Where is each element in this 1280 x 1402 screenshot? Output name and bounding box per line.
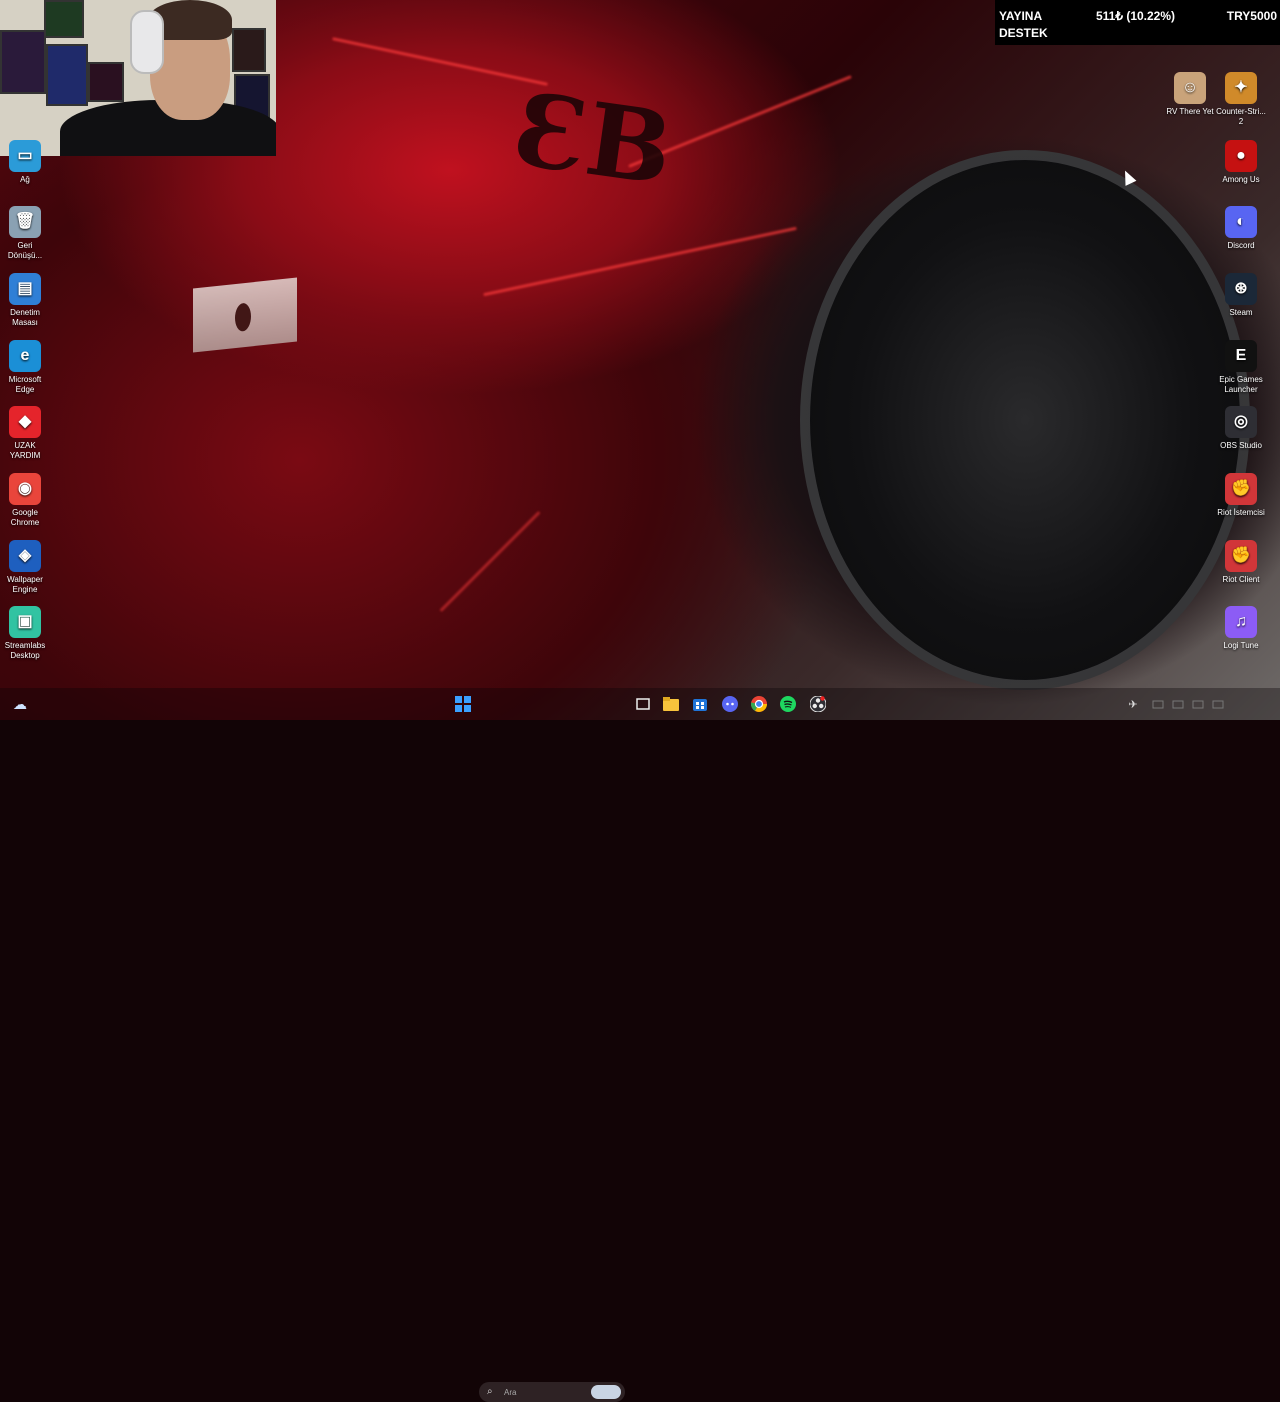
desktop-icon-label: Logi Tune [1223, 641, 1259, 650]
webcam-feed [0, 0, 276, 156]
remote-help-icon: ◆ [9, 406, 41, 438]
poster [44, 0, 84, 38]
poster [46, 44, 88, 106]
poster [232, 28, 266, 72]
desktop-icon-label: Epic Games Launcher [1219, 375, 1263, 394]
desktop-icon-riot-client[interactable]: ✊ Riot İstemcisi [1209, 473, 1273, 518]
tray-overflow-icon[interactable]: ✈ [1125, 696, 1141, 712]
chrome-icon: ◉ [9, 473, 41, 505]
desktop-icon-label: Streamlabs Desktop [4, 641, 46, 660]
light-streak [483, 226, 797, 297]
rv-there-yet-icon: ☺ [1174, 72, 1206, 104]
desktop-icon-streamlabs[interactable]: ▣ Streamlabs Desktop [0, 606, 57, 661]
desktop-icon-chrome[interactable]: ◉ Google Chrome [0, 473, 57, 528]
poster [88, 62, 124, 102]
desktop-icon-label: Among Us [1222, 175, 1260, 184]
chrome-icon[interactable] [751, 696, 767, 712]
light-streak [332, 37, 548, 86]
wallpaper-engine-icon: ◈ [9, 540, 41, 572]
discord-icon[interactable] [722, 696, 738, 712]
desktop-icon-label: UZAK YARDIM [9, 441, 41, 460]
desktop-icon-steam[interactable]: ⊛ Steam [1209, 273, 1273, 318]
desktop-icon-network[interactable]: ▭ Ağ [0, 140, 57, 185]
tray-clock-icon[interactable] [1210, 696, 1226, 712]
car-wheel [800, 150, 1250, 690]
riot-client-icon: ✊ [1225, 540, 1257, 572]
desktop-icon-discord[interactable]: ◐ Discord [1209, 206, 1273, 251]
desktop-icon-wallpaper-engine[interactable]: ◈ Wallpaper Engine [0, 540, 57, 595]
overlay-title-line2: DESTEK [999, 26, 1048, 40]
desktop-icon-epic-games[interactable]: E Epic Games Launcher [1209, 340, 1273, 395]
door-handle [193, 277, 297, 353]
spotify-icon[interactable] [780, 696, 796, 712]
recycle-bin-icon: 🗑 [9, 206, 41, 238]
search-icon: ⌕ [487, 1386, 493, 1397]
steam-icon: ⊛ [1225, 273, 1257, 305]
desktop-icon-logi-tune[interactable]: ♫ Logi Tune [1209, 606, 1273, 651]
search-placeholder: Ara [504, 1388, 517, 1397]
poster [0, 30, 46, 94]
desktop-icon-label: Discord [1227, 241, 1255, 250]
discord-icon: ◐ [1225, 206, 1257, 238]
desktop-icon-label: Steam [1229, 308, 1253, 317]
search-highlight-badge [591, 1385, 621, 1399]
desktop-icon-label: Riot İstemcisi [1217, 508, 1265, 517]
epic-games-icon: E [1225, 340, 1257, 372]
among-us-icon: ● [1225, 140, 1257, 172]
counter-strike-icon: ✦ [1225, 72, 1257, 104]
edge-icon: e [9, 340, 41, 372]
desktop-icon-counter-strike[interactable]: ✦ Counter-Stri... 2 [1209, 72, 1273, 127]
control-panel-icon: ▤ [9, 273, 41, 305]
desktop-icon-label: Microsoft Edge [8, 375, 42, 394]
desktop-icon-label: Wallpaper Engine [7, 575, 43, 594]
donation-amount: 511₺ (10.22%) [1096, 9, 1176, 23]
tray-volume-icon[interactable] [1170, 696, 1186, 712]
logi-tune-icon: ♫ [1225, 606, 1257, 638]
riot-client-icon: ✊ [1225, 473, 1257, 505]
desktop-icon-control-panel[interactable]: ▤ Denetim Masası [0, 273, 57, 328]
light-streak [439, 510, 541, 613]
file-explorer-icon[interactable] [663, 696, 679, 712]
headset [130, 10, 164, 74]
desktop-icon-recycle-bin[interactable]: 🗑 Geri Dönüşü... [0, 206, 57, 261]
obs-icon: ◎ [1225, 406, 1257, 438]
onedrive-icon[interactable]: ☁ [12, 696, 28, 712]
task-view-icon[interactable] [635, 696, 651, 712]
desktop-icon-edge[interactable]: e Microsoft Edge [0, 340, 57, 395]
overlay-title-line1: YAYINA [999, 9, 1043, 23]
tray-network-icon[interactable] [1150, 696, 1166, 712]
desktop-icon-remote-help[interactable]: ◆ UZAK YARDIM [0, 406, 57, 461]
desktop-icon-obs[interactable]: ◎ OBS Studio [1209, 406, 1273, 451]
streamlabs-icon: ▣ [9, 606, 41, 638]
tray-battery-icon[interactable] [1190, 696, 1206, 712]
donation-goal-overlay: YAYINA DESTEK 511₺ (10.22%) TRY5000 [995, 0, 1280, 45]
desktop-icon-label: Ağ [20, 175, 30, 184]
desktop-icon-label: OBS Studio [1220, 441, 1262, 450]
desktop-icon-label: Google Chrome [10, 508, 40, 527]
start-icon[interactable] [455, 696, 471, 712]
donation-target: TRY5000 [1226, 9, 1277, 23]
taskbar: ☁ ⌕ Ara ✈ [0, 688, 1280, 1402]
car-logo-mark: ƐB [507, 69, 680, 209]
obs-icon[interactable] [810, 696, 826, 712]
desktop-icon-riot-client[interactable]: ✊ Riot Client [1209, 540, 1273, 585]
taskbar-search[interactable]: ⌕ Ara [479, 1382, 625, 1402]
desktop-icon-among-us[interactable]: ● Among Us [1209, 140, 1273, 185]
desktop-icon-label: Counter-Stri... 2 [1216, 107, 1266, 126]
network-icon: ▭ [9, 140, 41, 172]
desktop-icon-label: Geri Dönüşü... [7, 241, 43, 260]
store-icon[interactable] [692, 696, 708, 712]
desktop-icon-label: Denetim Masası [10, 308, 40, 327]
desktop-icon-label: Riot Client [1222, 575, 1260, 584]
